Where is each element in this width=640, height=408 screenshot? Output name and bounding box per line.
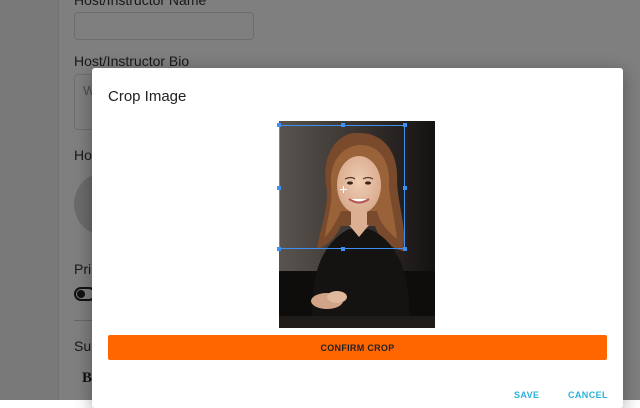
crop-handle-bottom-right[interactable]: [403, 247, 407, 251]
crop-handle-right[interactable]: [403, 186, 407, 190]
save-button[interactable]: SAVE: [514, 390, 539, 400]
crop-handle-left[interactable]: [277, 186, 281, 190]
crop-image-dialog: Crop Image CONFIRM CROP SAVE CANCEL: [92, 68, 623, 408]
crop-handle-top-left[interactable]: [277, 123, 281, 127]
confirm-crop-button[interactable]: CONFIRM CROP: [108, 335, 607, 360]
crop-handle-top-right[interactable]: [403, 123, 407, 127]
crop-handle-bottom[interactable]: [341, 247, 345, 251]
crop-selection-box[interactable]: [277, 123, 407, 251]
crop-handle-bottom-left[interactable]: [277, 247, 281, 251]
dialog-title: Crop Image: [108, 88, 187, 105]
crop-handle-top[interactable]: [341, 123, 345, 127]
crop-center-crosshair-icon: [340, 186, 347, 193]
cancel-button[interactable]: CANCEL: [568, 390, 608, 400]
